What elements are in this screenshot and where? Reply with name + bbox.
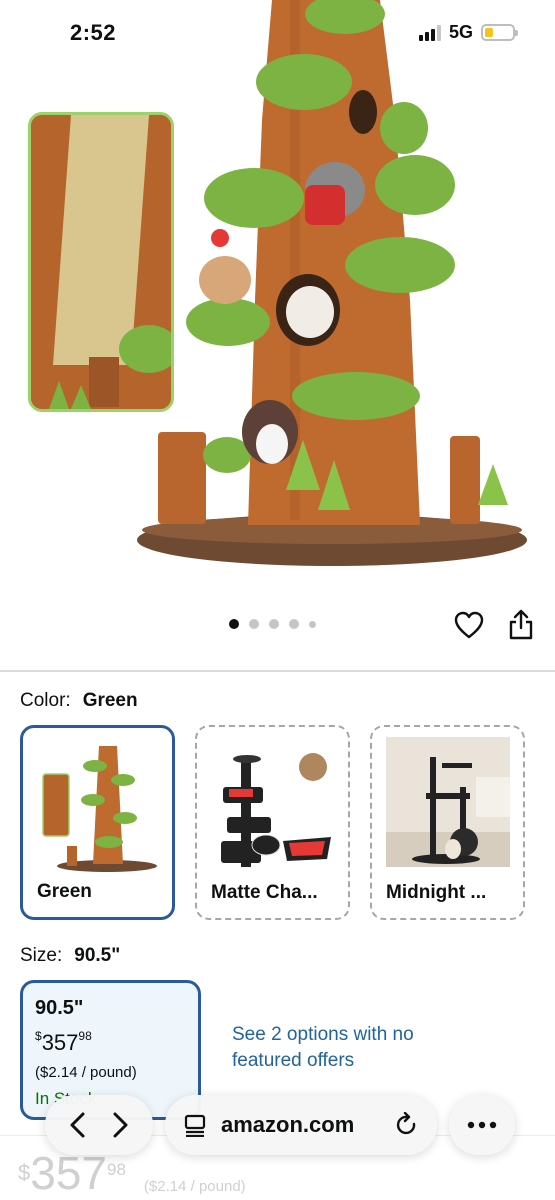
size-label: Size: [20,945,63,966]
back-icon[interactable] [68,1111,88,1139]
url-text[interactable]: amazon.com [221,1112,381,1138]
color-option-matte-charcoal[interactable]: Matte Cha... [195,725,350,920]
color-option-green[interactable]: Green [20,725,175,920]
color-selected-value: Green [82,690,138,711]
swatch-thumbnail [221,753,331,867]
address-bar[interactable]: amazon.com [165,1095,437,1155]
size-selected-value: 90.5" [74,945,121,966]
carousel-dot[interactable] [249,619,259,629]
size-option-unit-price: ($2.14 / pound) [35,1064,137,1081]
forward-icon[interactable] [110,1111,130,1139]
swatch-label: Matte Cha... [211,882,318,903]
swatch-thumbnail [386,737,510,867]
reader-icon[interactable] [183,1113,207,1137]
size-option-price: $35798 [35,1028,186,1056]
carousel-dot[interactable] [229,619,239,629]
see-options-link[interactable]: See 2 options with no featured offers [232,1022,432,1074]
footer-price-currency: $ [18,1160,31,1185]
sticky-price: $ 357 98 ($2.14 / pound) [18,1150,246,1196]
price-fraction: 98 [78,1028,92,1043]
browser-nav-controls [45,1095,153,1155]
more-options-button[interactable] [449,1095,515,1155]
share-button[interactable] [505,606,537,642]
carousel-dot[interactable] [269,619,279,629]
carousel-indicator[interactable] [229,619,316,629]
reload-icon[interactable] [395,1112,419,1138]
size-option-label: 90.5" [35,997,84,1019]
color-option-midnight[interactable]: Midnight ... [370,725,525,920]
swatch-label: Midnight ... [386,882,487,903]
color-heading: Color: Green [20,690,138,712]
section-divider [0,670,555,672]
product-image[interactable] [0,0,555,600]
footer-price-fraction: 98 [107,1160,126,1179]
color-label: Color: [20,690,71,711]
more-icon [467,1121,497,1129]
wishlist-button[interactable] [452,608,486,642]
size-heading: Size: 90.5" [20,945,120,967]
heart-icon [454,611,484,639]
carousel-dot[interactable] [309,620,316,628]
share-icon [509,609,533,640]
inset-detail-photo [28,112,174,412]
price-currency: $ [35,1028,42,1043]
footer-unit-price: ($2.14 / pound) [143,1178,246,1195]
price-whole: 357 [41,1030,79,1055]
footer-price-whole: 357 [30,1147,107,1199]
carousel-dot[interactable] [289,619,299,629]
swatch-label: Green [37,881,92,902]
swatch-thumbnail [42,746,157,872]
